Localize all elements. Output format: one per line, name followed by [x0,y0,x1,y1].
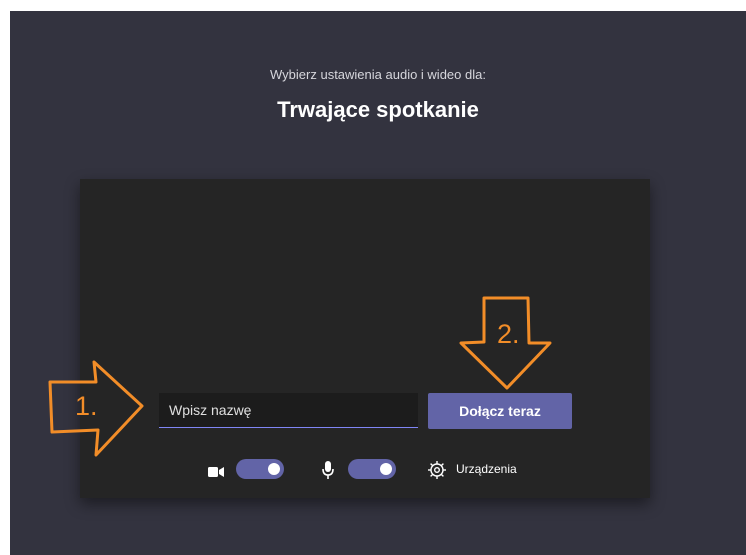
meeting-prejoin-screen: Wybierz ustawienia audio i wideo dla: Tr… [10,11,746,555]
microphone-icon[interactable] [322,461,334,484]
camera-toggle-knob [268,463,280,475]
camera-toggle[interactable] [236,459,284,479]
microphone-toggle[interactable] [348,459,396,479]
media-controls: Urządzenia [80,459,650,483]
prejoin-subtitle: Wybierz ustawienia audio i wideo dla: [270,67,486,82]
gear-icon[interactable] [427,460,447,485]
video-preview-panel: Dołącz teraz [80,179,650,498]
join-now-button[interactable]: Dołącz teraz [428,393,572,429]
meeting-title: Trwające spotkanie [277,97,479,122]
name-input[interactable] [159,393,418,428]
devices-label[interactable]: Urządzenia [456,462,517,476]
microphone-toggle-knob [380,463,392,475]
video-camera-icon[interactable] [208,465,224,483]
